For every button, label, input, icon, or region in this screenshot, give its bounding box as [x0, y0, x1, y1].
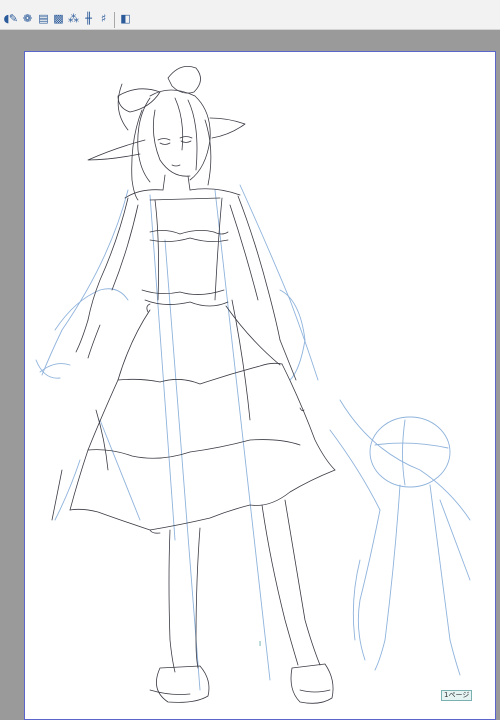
page-number-label[interactable]: 1ページ — [441, 690, 473, 701]
paper-page[interactable] — [24, 51, 496, 720]
pen-brush-icon[interactable]: ✎ — [7, 12, 20, 26]
panel-icon[interactable]: ◧ — [119, 12, 132, 26]
grid-lines-icon[interactable]: ♯ — [97, 12, 110, 26]
hatch-icon[interactable]: ▩ — [52, 12, 65, 26]
radial-lines-icon[interactable]: ⁂ — [67, 12, 80, 26]
stroke-icon[interactable]: ❁ — [21, 12, 34, 26]
layer-icon[interactable]: ▤ — [37, 12, 50, 26]
parallel-lines-icon[interactable]: ╫ — [82, 12, 95, 26]
toolbar: ◖ ✎ ❁ ▤ ▩ ⁂ ╫ ♯ ◧ — [0, 0, 500, 30]
page-marker: I — [259, 640, 262, 648]
toolbar-separator — [114, 12, 115, 28]
